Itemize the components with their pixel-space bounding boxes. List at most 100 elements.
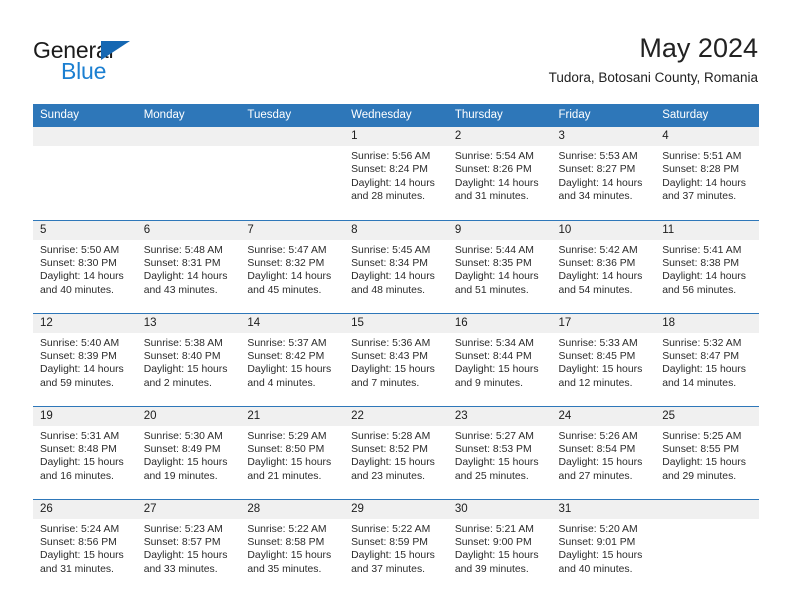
day-number: 12 [33, 313, 137, 333]
calendar-day-cell[interactable]: 18 Sunrise: 5:32 AM Sunset: 8:47 PM Dayligh… [655, 312, 759, 406]
day-sun-info [240, 146, 344, 150]
day-number: 27 [136, 499, 241, 519]
daylight-line-cont: and 28 minutes. [351, 191, 426, 203]
day-sun-info [33, 146, 137, 150]
daylight-line-cont: and 54 minutes. [558, 284, 633, 296]
calendar-day-cell[interactable]: 26 Sunrise: 5:24 AM Sunset: 8:56 PM Dayligh… [33, 498, 137, 592]
daylight-line-cont: and 31 minutes. [40, 563, 114, 575]
calendar-day-cell[interactable]: 9 Sunrise: 5:44 AM Sunset: 8:35 PM Daylight… [447, 219, 552, 313]
sunrise-line: Sunrise: 5:51 AM [662, 151, 742, 162]
day-number: 13 [136, 313, 241, 333]
sunrise-line: Sunrise: 5:34 AM [454, 337, 534, 349]
calendar-day-cell[interactable]: 7 Sunrise: 5:47 AM Sunset: 8:32 PM Daylight… [240, 219, 345, 313]
day-number: 31 [551, 499, 656, 519]
day-number: 17 [551, 313, 656, 333]
sunset-line: Sunset: 8:43 PM [351, 350, 428, 362]
daylight-line: Daylight: 14 hours [351, 271, 435, 283]
calendar-day-cell[interactable]: 25 Sunrise: 5:25 AM Sunset: 8:55 PM Dayligh… [655, 405, 759, 499]
calendar-day-cell[interactable]: 30 Sunrise: 5:21 AM Sunset: 9:00 PM Dayligh… [447, 498, 552, 592]
calendar-day-cell[interactable]: 12 Sunrise: 5:40 AM Sunset: 8:39 PM Dayligh… [33, 312, 137, 406]
sunrise-line: Sunrise: 5:31 AM [40, 430, 120, 442]
calendar-table: Sunday Monday Tuesday Wednesday Thursday Frid… [33, 104, 759, 592]
sunrise-line: Sunrise: 5:50 AM [40, 244, 120, 256]
sunset-line: Sunset: 9:01 PM [558, 536, 636, 548]
day-sun-info: Sunrise: 5:29 AM Sunset: 8:50 PM Daylight:… [240, 426, 344, 484]
daylight-line-cont: and 40 minutes. [40, 284, 114, 296]
sunset-line: Sunset: 8:26 PM [454, 164, 532, 176]
sunrise-line: Sunrise: 5:21 AM [454, 523, 534, 535]
day-sun-info: Sunrise: 5:30 AM Sunset: 8:49 PM Daylight:… [137, 426, 241, 484]
daylight-line: Daylight: 15 hours [247, 550, 332, 562]
sunrise-line: Sunrise: 5:32 AM [662, 337, 742, 349]
day-sun-info: Sunrise: 5:51 AM Sunset: 8:28 PM Daylight:… [655, 146, 759, 204]
calendar-day-cell[interactable]: 17 Sunrise: 5:33 AM Sunset: 8:45 PM Dayligh… [551, 312, 656, 406]
daylight-line: Daylight: 15 hours [143, 457, 228, 469]
sunset-line: Sunset: 8:57 PM [143, 536, 221, 548]
sunset-line: Sunset: 8:40 PM [143, 350, 221, 362]
calendar-week-row: 12 Sunrise: 5:40 AM Sunset: 8:39 PM Dayligh… [33, 312, 759, 406]
calendar-day-cell[interactable]: 19 Sunrise: 5:31 AM Sunset: 8:48 PM Dayligh… [33, 405, 137, 499]
daylight-line: Daylight: 15 hours [247, 364, 332, 376]
sunrise-line: Sunrise: 5:26 AM [558, 430, 638, 442]
day-sun-info: Sunrise: 5:20 AM Sunset: 9:01 PM Daylight:… [552, 519, 656, 577]
sunrise-line: Sunrise: 5:30 AM [143, 430, 223, 442]
logo-text-blue: Blue [61, 58, 107, 84]
sunset-line: Sunset: 8:53 PM [454, 443, 532, 455]
sunset-line: Sunset: 8:42 PM [247, 350, 325, 362]
weekday-header-friday: Friday [551, 104, 656, 127]
calendar-day-cell[interactable]: 2 Sunrise: 5:54 AM Sunset: 8:26 PM Daylight… [447, 127, 552, 220]
weekday-header-monday: Monday [136, 104, 241, 127]
calendar-day-cell[interactable]: 15 Sunrise: 5:36 AM Sunset: 8:43 PM Dayligh… [344, 312, 448, 406]
day-number: 7 [240, 220, 345, 240]
sunset-line: Sunset: 8:30 PM [40, 257, 117, 269]
daylight-line: Daylight: 15 hours [143, 550, 228, 562]
calendar-day-cell[interactable]: 10 Sunrise: 5:42 AM Sunset: 8:36 PM Dayligh… [551, 219, 656, 313]
day-number: 9 [447, 220, 552, 240]
sunset-line: Sunset: 8:31 PM [143, 257, 221, 269]
daylight-line-cont: and 23 minutes. [351, 470, 426, 482]
calendar-day-cell[interactable]: 1 Sunrise: 5:56 AM Sunset: 8:24 PM Daylight… [344, 127, 448, 220]
daylight-line: Daylight: 15 hours [454, 364, 539, 376]
day-sun-info: Sunrise: 5:21 AM Sunset: 9:00 PM Daylight:… [448, 519, 552, 577]
calendar-day-cell[interactable]: 6 Sunrise: 5:48 AM Sunset: 8:31 PM Daylight… [136, 219, 241, 313]
calendar-day-cell-empty [240, 127, 345, 220]
day-number [240, 127, 345, 146]
calendar-day-cell-empty [33, 127, 137, 220]
sunrise-line: Sunrise: 5:45 AM [351, 244, 431, 256]
calendar-day-cell[interactable]: 24 Sunrise: 5:26 AM Sunset: 8:54 PM Dayligh… [551, 405, 656, 499]
sunrise-line: Sunrise: 5:29 AM [247, 430, 327, 442]
calendar-day-cell[interactable]: 14 Sunrise: 5:37 AM Sunset: 8:42 PM Dayligh… [240, 312, 345, 406]
calendar-day-cell[interactable]: 22 Sunrise: 5:28 AM Sunset: 8:52 PM Dayligh… [344, 405, 448, 499]
sunset-line: Sunset: 8:27 PM [558, 164, 636, 176]
calendar-day-cell[interactable]: 3 Sunrise: 5:53 AM Sunset: 8:27 PM Daylight… [551, 127, 656, 220]
calendar-day-cell[interactable]: 11 Sunrise: 5:41 AM Sunset: 8:38 PM Dayligh… [655, 219, 759, 313]
weekday-header-row: Sunday Monday Tuesday Wednesday Thursday Frid… [33, 104, 759, 127]
daylight-line-cont: and 12 minutes. [558, 377, 633, 389]
calendar-day-cell[interactable]: 31 Sunrise: 5:20 AM Sunset: 9:01 PM Dayligh… [551, 498, 656, 592]
day-number: 3 [551, 127, 656, 146]
calendar-day-cell[interactable]: 29 Sunrise: 5:22 AM Sunset: 8:59 PM Dayligh… [344, 498, 448, 592]
daylight-line-cont: and 14 minutes. [662, 377, 737, 389]
calendar-day-cell[interactable]: 13 Sunrise: 5:38 AM Sunset: 8:40 PM Dayligh… [136, 312, 241, 406]
daylight-line: Daylight: 14 hours [40, 364, 124, 376]
sunrise-line: Sunrise: 5:42 AM [558, 244, 638, 256]
sunset-line: Sunset: 8:50 PM [247, 443, 325, 455]
calendar-day-cell[interactable]: 5 Sunrise: 5:50 AM Sunset: 8:30 PM Daylight… [33, 219, 137, 313]
calendar-day-cell[interactable]: 28 Sunrise: 5:22 AM Sunset: 8:58 PM Dayligh… [240, 498, 345, 592]
calendar-day-cell[interactable]: 23 Sunrise: 5:27 AM Sunset: 8:53 PM Dayligh… [447, 405, 552, 499]
page-header: General Blue May 2024 Tudora, Botosani C… [0, 0, 792, 100]
day-number [136, 127, 241, 146]
daylight-line-cont: and 16 minutes. [40, 470, 114, 482]
daylight-line-cont: and 33 minutes. [143, 563, 218, 575]
calendar-day-cell[interactable]: 8 Sunrise: 5:45 AM Sunset: 8:34 PM Daylight… [344, 219, 448, 313]
day-sun-info: Sunrise: 5:34 AM Sunset: 8:44 PM Daylight:… [448, 333, 552, 391]
calendar-day-cell[interactable]: 21 Sunrise: 5:29 AM Sunset: 8:50 PM Dayligh… [240, 405, 345, 499]
calendar-day-cell[interactable]: 20 Sunrise: 5:30 AM Sunset: 8:49 PM Dayligh… [136, 405, 241, 499]
calendar-day-cell[interactable]: 4 Sunrise: 5:51 AM Sunset: 8:28 PM Daylight… [655, 127, 759, 220]
sunrise-line: Sunrise: 5:56 AM [351, 151, 431, 162]
sunrise-line: Sunrise: 5:24 AM [40, 523, 120, 535]
daylight-line: Daylight: 15 hours [558, 457, 643, 469]
calendar-day-cell[interactable]: 16 Sunrise: 5:34 AM Sunset: 8:44 PM Dayligh… [447, 312, 552, 406]
daylight-line-cont: and 37 minutes. [351, 563, 426, 575]
calendar-day-cell[interactable]: 27 Sunrise: 5:23 AM Sunset: 8:57 PM Dayligh… [136, 498, 241, 592]
